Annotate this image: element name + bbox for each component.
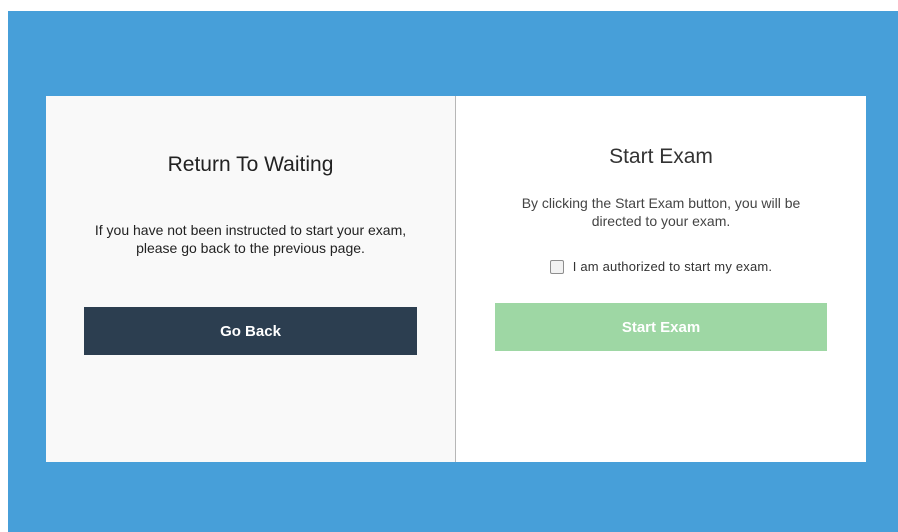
authorization-checkbox-label: I am authorized to start my exam. <box>572 259 773 274</box>
start-exam-title: Start Exam <box>609 145 713 168</box>
return-to-waiting-panel: Return To Waiting If you have not been i… <box>46 96 456 462</box>
exam-start-card: Return To Waiting If you have not been i… <box>46 96 866 462</box>
return-to-waiting-description: If you have not been instructed to start… <box>94 222 407 256</box>
return-to-waiting-title: Return To Waiting <box>167 153 334 176</box>
go-back-button[interactable]: Go Back <box>84 307 417 355</box>
start-exam-panel: Start Exam By clicking the Start Exam bu… <box>456 96 866 462</box>
authorization-checkbox[interactable] <box>549 259 564 274</box>
authorization-checkbox-row[interactable]: I am authorized to start my exam. <box>456 259 866 274</box>
start-exam-button[interactable]: Start Exam <box>495 303 827 351</box>
start-exam-description: By clicking the Start Exam button, you w… <box>521 195 801 229</box>
